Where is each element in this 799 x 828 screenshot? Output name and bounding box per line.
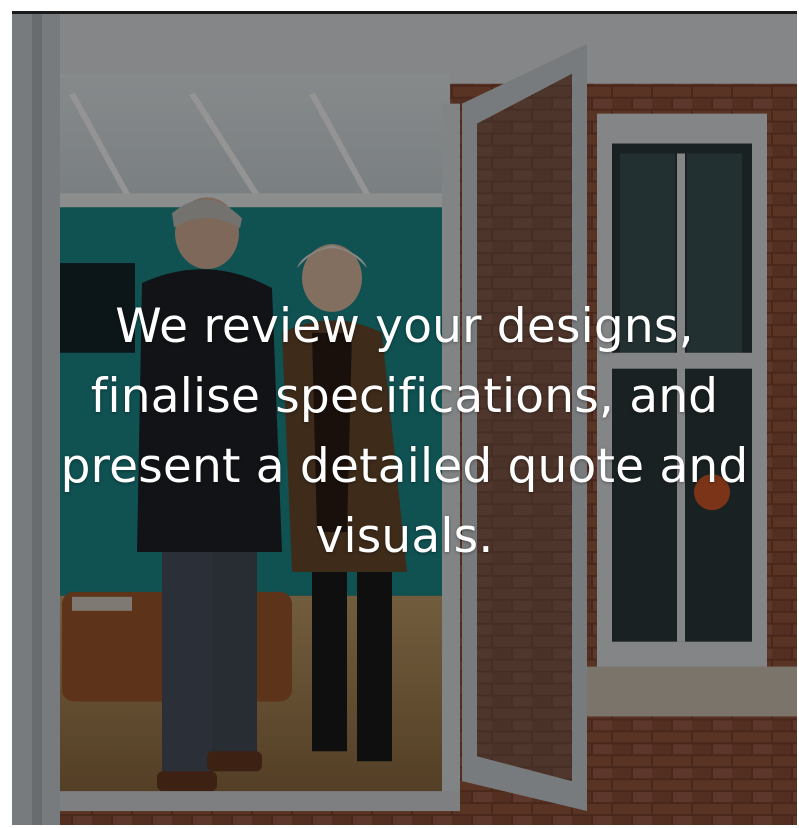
hero-card: We review your designs, finalise specifi…: [12, 11, 797, 825]
caption-text: We review your designs, finalise specifi…: [60, 299, 749, 564]
